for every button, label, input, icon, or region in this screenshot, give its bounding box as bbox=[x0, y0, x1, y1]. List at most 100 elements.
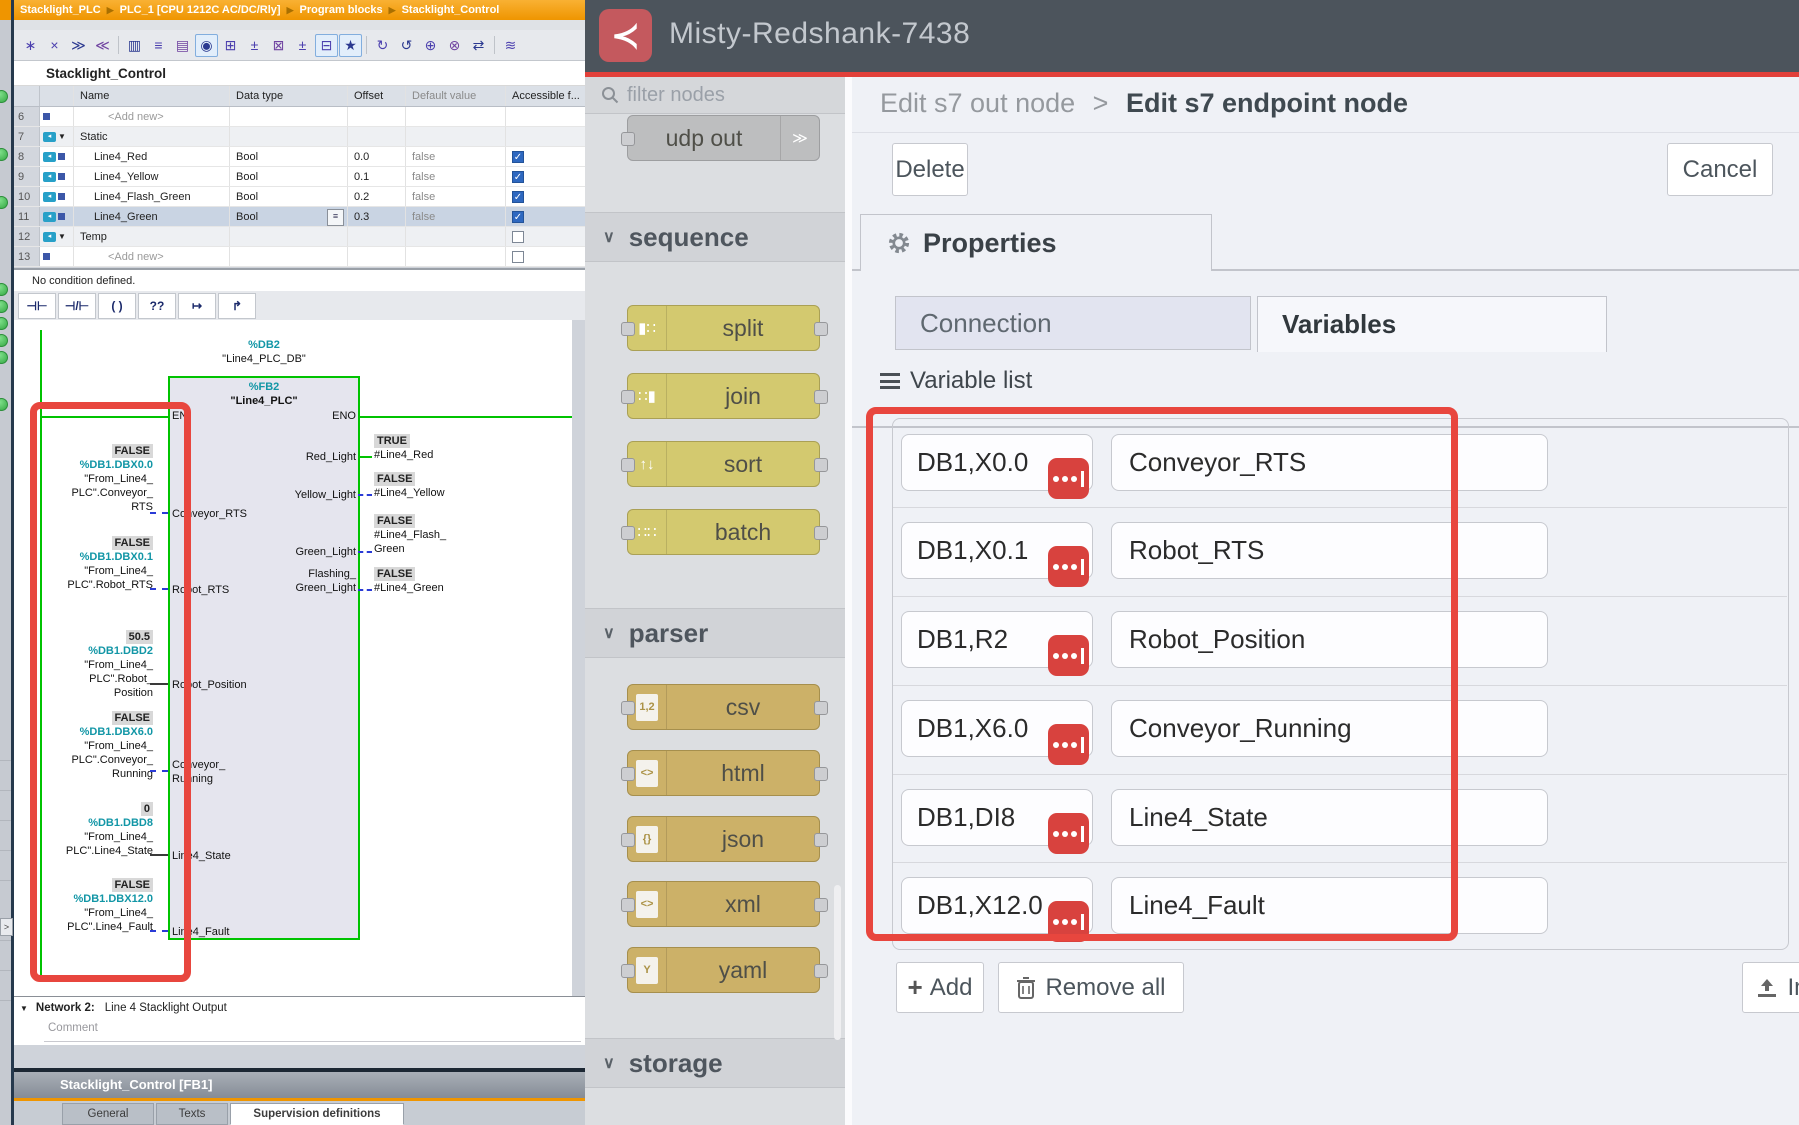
palette-section-storage[interactable]: ∨ storage bbox=[585, 1038, 845, 1088]
variable-default[interactable]: false bbox=[406, 147, 506, 166]
address-field[interactable]: DB1,R2 bbox=[901, 611, 1093, 668]
collapse-arrow-icon[interactable]: ▼ bbox=[58, 232, 66, 241]
breadcrumb-parent[interactable]: Edit s7 out node bbox=[880, 88, 1075, 118]
node-port[interactable] bbox=[814, 526, 828, 540]
open-networks-icon[interactable]: ▤ bbox=[171, 34, 194, 57]
palette-node-split[interactable]: ▮∷ split bbox=[627, 305, 820, 351]
table-row[interactable]: 13 <Add new> bbox=[14, 247, 585, 267]
delete-button[interactable]: Delete bbox=[892, 143, 968, 196]
type-picker-button[interactable]: ≡ bbox=[327, 209, 344, 226]
close-branch-icon[interactable]: ↱ bbox=[218, 293, 256, 319]
delete-network-icon[interactable]: × bbox=[43, 34, 66, 57]
contact-nc-icon[interactable]: ⊣/⊢ bbox=[58, 293, 96, 319]
comment-placeholder[interactable]: Comment bbox=[48, 1022, 98, 1034]
name-field[interactable]: Line4_State bbox=[1111, 789, 1548, 846]
table-row[interactable]: 10 ◂ Line4_Flash_Green Bool 0.2 false ✓ bbox=[14, 187, 585, 207]
network-list-icon[interactable]: ≡ bbox=[147, 34, 170, 57]
collapse-operands-icon[interactable]: ⊠ bbox=[267, 34, 290, 57]
renumber-icon[interactable]: ≪ bbox=[91, 34, 114, 57]
operand-robot-position[interactable]: 50.5 %DB1.DBD2 "From_Line4_PLC".Robot_Po… bbox=[31, 630, 153, 700]
variable-type[interactable]: Bool bbox=[230, 147, 348, 166]
variable-type[interactable]: Bool bbox=[230, 187, 348, 206]
address-field[interactable]: DB1,X6.0 bbox=[901, 700, 1093, 757]
network-canvas[interactable]: %DB2 "Line4_PLC_DB" %FB2 "Line4_PLC" EN … bbox=[14, 320, 572, 996]
variable-default[interactable]: false bbox=[406, 187, 506, 206]
add-new-cell[interactable]: <Add new> bbox=[80, 251, 164, 263]
node-port[interactable] bbox=[814, 833, 828, 847]
node-port[interactable] bbox=[814, 322, 828, 336]
palette-node-sort[interactable]: ↑↓ sort bbox=[627, 441, 820, 487]
header-data-type[interactable]: Data type bbox=[230, 86, 348, 106]
palette-node-xml[interactable]: <> xml bbox=[627, 881, 820, 927]
node-port[interactable] bbox=[621, 767, 635, 781]
pin-conveyor-running[interactable]: Conveyor_Running bbox=[172, 758, 225, 786]
variable-name[interactable]: Line4_Flash_Green bbox=[80, 191, 191, 203]
go-online-icon[interactable]: ↻ bbox=[371, 34, 394, 57]
go-offline-icon[interactable]: ↺ bbox=[395, 34, 418, 57]
accessible-checkbox[interactable]: ✓ bbox=[512, 151, 524, 163]
breadcrumb-project[interactable]: Stacklight_PLC bbox=[20, 4, 101, 16]
header-default-value[interactable]: Default value bbox=[406, 86, 506, 106]
call-structure-icon[interactable]: ⊕ bbox=[419, 34, 442, 57]
address-edit-button[interactable] bbox=[1048, 724, 1089, 765]
group-name[interactable]: Static bbox=[80, 131, 108, 143]
operand-robot-rts[interactable]: FALSE %DB1.DBX0.1 "From_Line4_PLC".Robot… bbox=[31, 536, 153, 592]
open-branch-icon[interactable]: ↦ bbox=[178, 293, 216, 319]
palette-node-join[interactable]: ∷▮ join bbox=[627, 373, 820, 419]
node-port[interactable] bbox=[621, 964, 635, 978]
breadcrumb-plc[interactable]: PLC_1 [CPU 1212C AC/DC/Rly] bbox=[120, 4, 281, 16]
operand-line4-fault[interactable]: FALSE %DB1.DBX12.0 "From_Line4_PLC".Line… bbox=[31, 878, 153, 934]
variable-name[interactable]: Line4_Yellow bbox=[80, 171, 158, 183]
insert-network-icon[interactable]: ∗ bbox=[19, 34, 42, 57]
network-comment[interactable]: Comment bbox=[14, 1018, 585, 1045]
variable-name[interactable]: Line4_Green bbox=[80, 211, 158, 223]
cross-ref-icon[interactable]: ⊗ bbox=[443, 34, 466, 57]
import-button[interactable]: Imp bbox=[1742, 962, 1799, 1013]
filter-placeholder[interactable]: filter nodes bbox=[627, 84, 725, 107]
palette-node-json[interactable]: {} json bbox=[627, 816, 820, 862]
node-port[interactable] bbox=[814, 390, 828, 404]
pin-red-light[interactable]: Red_Light bbox=[240, 450, 356, 464]
group-name[interactable]: Temp bbox=[80, 231, 107, 243]
node-port[interactable] bbox=[621, 898, 635, 912]
operand-line4-flash-green[interactable]: FALSE #Line4_Flash_Green bbox=[374, 514, 494, 556]
palette-filter[interactable]: filter nodes bbox=[585, 77, 845, 114]
pin-line4-state[interactable]: Line4_State bbox=[172, 849, 231, 863]
node-port[interactable] bbox=[621, 458, 635, 472]
accessible-checkbox[interactable]: ✓ bbox=[512, 191, 524, 203]
jump-icon[interactable]: ⇄ bbox=[467, 34, 490, 57]
pin-line4-fault[interactable]: Line4_Fault bbox=[172, 925, 230, 939]
tab-properties[interactable]: Properties bbox=[860, 214, 1212, 271]
variable-type[interactable]: Bool bbox=[230, 167, 348, 186]
palette-scrollbar[interactable] bbox=[834, 885, 841, 1040]
address-edit-button[interactable] bbox=[1048, 546, 1089, 587]
snippets-icon[interactable]: ▥ bbox=[123, 34, 146, 57]
network-title[interactable]: Line 4 Stacklight Output bbox=[105, 1002, 227, 1014]
header-accessible[interactable]: Accessible f... bbox=[506, 86, 583, 106]
pin-robot-position[interactable]: Robot_Position bbox=[172, 678, 247, 692]
node-port[interactable] bbox=[814, 964, 828, 978]
table-row[interactable]: 6 <Add new> bbox=[14, 107, 585, 127]
accessible-checkbox[interactable]: ✓ bbox=[512, 171, 524, 183]
node-port[interactable] bbox=[814, 898, 828, 912]
tab-connection[interactable]: Connection bbox=[895, 296, 1251, 350]
pin-conveyor-rts[interactable]: Conveyor_RTS bbox=[172, 507, 247, 521]
name-field[interactable]: Robot_Position bbox=[1111, 611, 1548, 668]
breadcrumb[interactable]: Stacklight_PLC▶PLC_1 [CPU 1212C AC/DC/Rl… bbox=[0, 0, 585, 20]
pin-green-light[interactable]: Green_Light bbox=[240, 545, 356, 559]
empty-box-icon[interactable]: ?? bbox=[138, 293, 176, 319]
tab-texts[interactable]: Texts bbox=[156, 1103, 228, 1125]
node-port[interactable] bbox=[621, 833, 635, 847]
collapse-arrow-icon[interactable]: ▼ bbox=[20, 1004, 28, 1013]
variable-default[interactable]: false bbox=[406, 167, 506, 186]
comments-icon[interactable]: ◉ bbox=[195, 34, 218, 57]
palette-node-yaml[interactable]: Y yaml bbox=[627, 947, 820, 993]
palette-node-csv[interactable]: 1,2 csv bbox=[627, 684, 820, 730]
node-port[interactable] bbox=[621, 322, 635, 336]
node-port[interactable] bbox=[621, 132, 635, 146]
accessible-checkbox[interactable]: ✓ bbox=[512, 211, 524, 223]
breadcrumb-block[interactable]: Stacklight_Control bbox=[402, 4, 500, 16]
network-2-header[interactable]: ▼ Network 2: Line 4 Stacklight Output bbox=[14, 996, 585, 1019]
operand-minus-icon[interactable]: ± bbox=[291, 34, 314, 57]
variable-default[interactable]: false bbox=[406, 207, 506, 226]
